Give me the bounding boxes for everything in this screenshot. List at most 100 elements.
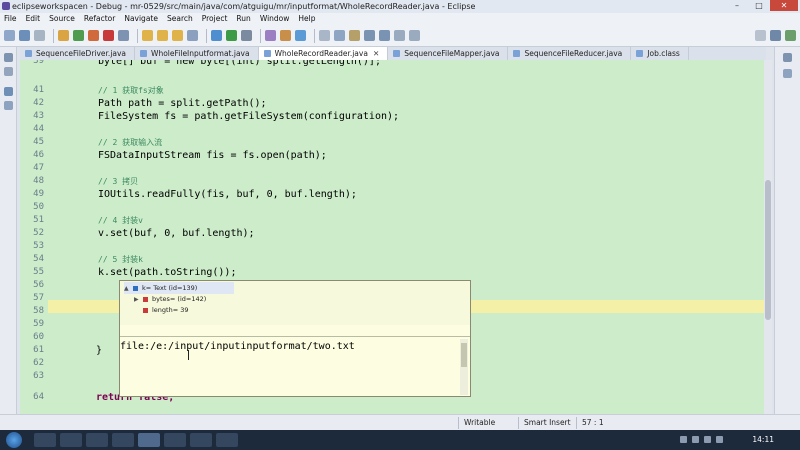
taskbar-explorer-icon[interactable]	[34, 433, 56, 447]
menu-window[interactable]: Window	[260, 13, 290, 25]
tab-wholefileinputformat[interactable]: WholeFileInputformat.java	[135, 47, 259, 60]
line-number: 56	[33, 280, 44, 290]
debug-icon[interactable]	[211, 30, 222, 41]
line-text: FSDataInputStream fis = fs.open(path);	[98, 150, 327, 161]
tree-item-length[interactable]: length= 39	[134, 304, 189, 316]
line-number: 44	[33, 124, 44, 134]
back-icon[interactable]	[394, 30, 405, 41]
tree-item-label: bytes= (id=142)	[152, 295, 207, 303]
menu-help[interactable]: Help	[298, 13, 315, 25]
new-java-project-icon[interactable]	[265, 30, 276, 41]
step-into-icon[interactable]	[142, 30, 153, 41]
tab-sequencefilemapper[interactable]: SequenceFileMapper.java	[388, 47, 509, 60]
taskbar-folder-icon[interactable]	[86, 433, 108, 447]
suspend-icon[interactable]	[88, 30, 99, 41]
skip-breakpoints-icon[interactable]	[58, 30, 69, 41]
tab-sequencefiledriver[interactable]: SequenceFileDriver.java	[20, 47, 136, 60]
menu-source[interactable]: Source	[49, 13, 75, 25]
close-button[interactable]: ✕	[770, 0, 798, 11]
open-type-icon[interactable]	[319, 30, 330, 41]
menu-file[interactable]: File	[4, 13, 17, 25]
step-over-icon[interactable]	[157, 30, 168, 41]
variable-value-text[interactable]: file:/e:/input/inputinputformat/two.txt	[120, 341, 355, 352]
private-field-icon	[143, 296, 148, 302]
line-text: FileSystem fs = path.getFileSystem(confi…	[98, 111, 400, 122]
terminate-icon[interactable]	[103, 30, 114, 41]
minimize-button[interactable]: –	[726, 0, 748, 11]
drop-to-frame-icon[interactable]	[187, 30, 198, 41]
search-icon[interactable]	[334, 30, 345, 41]
tray-volume-icon[interactable]	[692, 436, 699, 443]
menu-run[interactable]: Run	[236, 13, 250, 25]
editor-vertical-scrollbar[interactable]	[764, 60, 772, 414]
inspect-popup[interactable]: ▲ k= Text (id=139) ▶ bytes= (id=142) lengt…	[119, 280, 471, 397]
line-number: 50	[33, 202, 44, 212]
step-return-icon[interactable]	[172, 30, 183, 41]
taskbar-app-icon[interactable]	[164, 433, 186, 447]
restore-view-icon[interactable]	[783, 53, 792, 62]
code-line: 53	[20, 240, 764, 253]
external-tools-icon[interactable]	[241, 30, 252, 41]
previous-annotation-icon[interactable]	[379, 30, 390, 41]
line-number: 54	[33, 254, 44, 264]
taskbar-app-icon[interactable]	[190, 433, 212, 447]
code-line: 47	[20, 162, 764, 175]
package-explorer-icon[interactable]	[4, 67, 13, 76]
scrollbar-thumb[interactable]	[765, 180, 771, 320]
popup-scrollbar[interactable]	[460, 339, 468, 395]
taskbar-chrome-icon[interactable]	[60, 433, 82, 447]
outline-view-icon[interactable]	[783, 69, 792, 78]
new-file-icon[interactable]	[4, 30, 15, 41]
code-line: 51 // 4 封装v	[20, 214, 764, 227]
line-number: 61	[33, 345, 44, 355]
restore-view-icon[interactable]	[4, 53, 13, 62]
window-title: eclipseworkspacen - Debug - mr-0529/src/…	[12, 2, 476, 11]
line-number: 58	[33, 306, 44, 316]
menu-project[interactable]: Project	[202, 13, 228, 25]
forward-icon[interactable]	[409, 30, 420, 41]
toggle-mark-occurrences-icon[interactable]	[349, 30, 360, 41]
menu-refactor[interactable]: Refactor	[84, 13, 115, 25]
line-number: 39	[33, 60, 44, 66]
java-perspective-icon[interactable]	[770, 30, 781, 41]
window-controls: – □ ✕	[726, 0, 798, 12]
tray-input-icon[interactable]	[704, 436, 711, 443]
line-number: 47	[33, 163, 44, 173]
line-text: k.set(path.toString());	[98, 267, 237, 278]
expand-arrow-icon[interactable]: ▲	[124, 283, 133, 295]
tray-app-icon[interactable]	[716, 436, 723, 443]
tab-wholerecordreader[interactable]: WholeRecordReader.java ✕	[258, 47, 389, 60]
maximize-button[interactable]: □	[748, 0, 770, 11]
tab-label: Job.class	[647, 49, 680, 58]
tab-job-class[interactable]: Job.class	[631, 47, 689, 60]
taskbar-clock[interactable]: 14:11	[752, 430, 774, 450]
taskbar-eclipse-icon[interactable]	[138, 433, 160, 447]
tray-network-icon[interactable]	[680, 436, 687, 443]
menu-edit[interactable]: Edit	[26, 13, 41, 25]
tab-sequencefilereducer[interactable]: SequenceFileReducer.java	[508, 47, 632, 60]
disconnect-icon[interactable]	[118, 30, 129, 41]
debug-perspective-icon[interactable]	[785, 30, 796, 41]
debug-view-icon[interactable]	[4, 87, 13, 96]
left-trim-bar	[0, 47, 17, 430]
print-icon[interactable]	[34, 30, 45, 41]
next-annotation-icon[interactable]	[364, 30, 375, 41]
new-class-icon[interactable]	[295, 30, 306, 41]
menu-search[interactable]: Search	[167, 13, 193, 25]
variables-view-icon[interactable]	[4, 101, 13, 110]
save-icon[interactable]	[19, 30, 30, 41]
tab-close-icon[interactable]: ✕	[373, 49, 379, 58]
taskbar-terminal-icon[interactable]	[112, 433, 134, 447]
start-button-icon[interactable]	[6, 432, 22, 448]
resume-icon[interactable]	[73, 30, 84, 41]
code-line: 43 FileSystem fs = path.getFileSystem(con…	[20, 110, 764, 123]
editor-tab-bar: SequenceFileDriver.java WholeFileInputfo…	[20, 47, 766, 60]
variable-tree: ▲ k= Text (id=139) ▶ bytes= (id=142) lengt…	[120, 281, 470, 325]
quick-access-icon[interactable]	[755, 30, 766, 41]
text-cursor	[188, 350, 189, 360]
menu-navigate[interactable]: Navigate	[124, 13, 158, 25]
code-line: 46 FSDataInputStream fis = fs.open(path);	[20, 149, 764, 162]
new-package-icon[interactable]	[280, 30, 291, 41]
run-icon[interactable]	[226, 30, 237, 41]
taskbar-app-icon[interactable]	[216, 433, 238, 447]
